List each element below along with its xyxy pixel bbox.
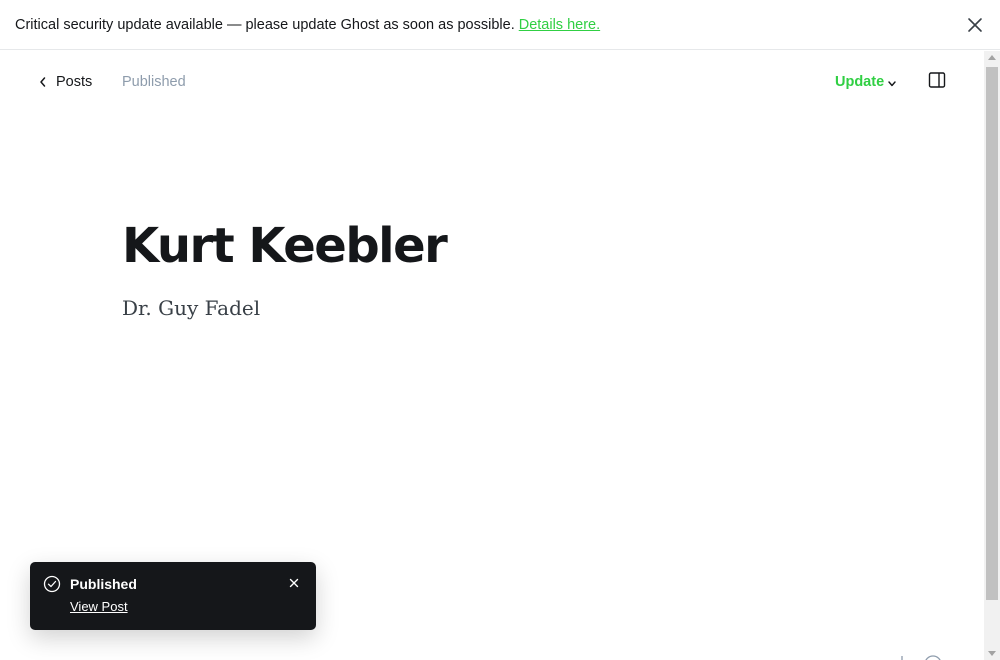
- back-label: Posts: [56, 74, 93, 90]
- editor-header: Posts Published Update: [0, 51, 984, 115]
- scroll-down-arrow-icon[interactable]: [988, 651, 996, 656]
- editor-scrollbar[interactable]: [984, 51, 1000, 660]
- banner-message: Critical security update available — ple…: [15, 16, 515, 33]
- view-post-link[interactable]: View Post: [70, 599, 128, 614]
- check-circle-icon: [43, 575, 61, 593]
- scroll-up-arrow-icon[interactable]: [988, 55, 996, 60]
- post-status: Published: [122, 74, 186, 90]
- toast-title: Published: [70, 576, 137, 592]
- close-icon[interactable]: [287, 576, 301, 590]
- update-button[interactable]: Update: [835, 74, 897, 90]
- banner-details-link[interactable]: Details here.: [519, 17, 600, 33]
- editor-footer-icons: [890, 650, 950, 660]
- post-body[interactable]: Dr. Guy Fadel: [122, 296, 260, 320]
- scrollbar-thumb[interactable]: [986, 67, 998, 600]
- update-label: Update: [835, 74, 885, 90]
- security-update-banner: Critical security update available — ple…: [0, 0, 1000, 50]
- close-icon[interactable]: [964, 14, 986, 36]
- published-toast: Published View Post: [30, 562, 316, 630]
- back-to-posts-button[interactable]: Posts: [38, 74, 92, 90]
- chevron-down-icon: [888, 80, 896, 86]
- sidebar-toggle-icon[interactable]: [928, 71, 946, 89]
- post-title[interactable]: Kurt Keebler: [122, 218, 448, 274]
- chevron-left-icon: [40, 77, 46, 87]
